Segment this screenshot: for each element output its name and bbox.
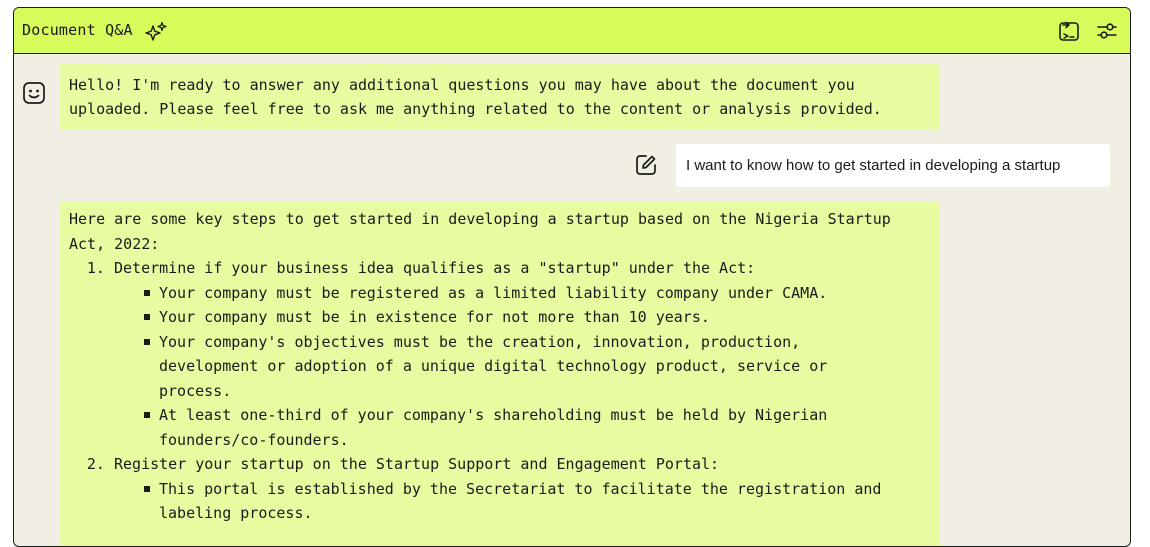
chat-header: Document Q&A [14,8,1130,54]
answer-intro-line: Act, 2022: [69,234,160,253]
sparkles-icon [145,21,167,41]
message-line: Hello! I'm ready to answer any additiona… [69,76,855,94]
step-item: Register your startup on the Startup Sup… [114,452,929,526]
user-message: I want to know how to get started in dev… [676,144,1110,187]
bullet-line: Your company must be in existence for no… [159,308,710,326]
bullet-item: Your company must be registered as a lim… [144,281,929,306]
bullet-line: At least one-third of your company's sha… [159,406,828,424]
bot-greeting-message: Hello! I'm ready to answer any additiona… [59,64,939,130]
bullet-line: Your company must be registered as a lim… [159,283,828,302]
bullet-line: development or adoption of a unique digi… [159,357,828,375]
bullet-list: Your company must be registered as a lim… [114,281,929,453]
answer-intro-line: Here are some key steps to get started i… [69,210,891,228]
step-title: Register your startup on the Startup Sup… [114,455,720,473]
edit-message-icon[interactable] [634,153,658,177]
bullet-item: At least one-third of your company's sha… [144,403,929,452]
step-title: Determine if your business idea qualifie… [114,259,756,277]
bullet-list: This portal is established by the Secret… [114,477,929,526]
bullet-item: This portal is established by the Secret… [144,477,929,526]
step-item: Determine if your business idea qualifie… [114,256,929,452]
bullet-item: Your company must be in existence for no… [144,305,929,330]
bullet-line: Your company's objectives must be the cr… [159,332,801,351]
bullet-line: This portal is established by the Secret… [159,479,882,498]
bot-avatar-icon [23,82,45,104]
chat-panel: Document Q&A Hello! I'm ready to answer … [13,7,1131,547]
bullet-line: process. [159,381,232,400]
steps-list: Determine if your business idea qualifie… [69,256,929,526]
settings-sliders-icon[interactable] [1095,19,1119,43]
bot-answer-message: Here are some key steps to get started i… [59,202,939,546]
bullet-item: Your company's objectives must be the cr… [144,330,929,404]
chat-title: Document Q&A [22,21,133,39]
message-line: uploaded. Please feel free to ask me any… [69,100,882,118]
bullet-line: founders/co-founders. [159,430,349,449]
bullet-line: labeling process. [159,504,313,522]
export-chat-icon[interactable] [1057,19,1081,43]
